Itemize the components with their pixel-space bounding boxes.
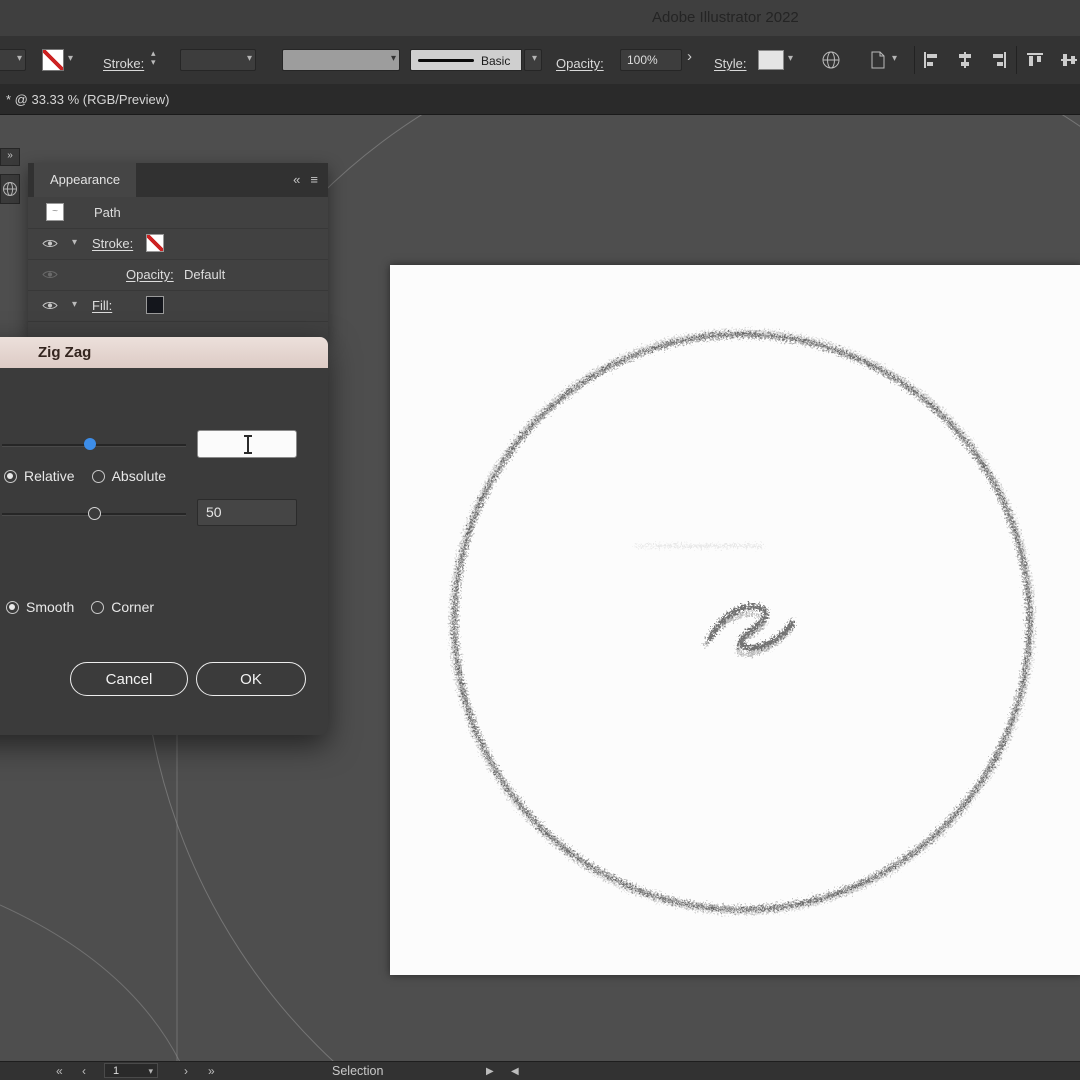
brush-dropdown-chevron[interactable]: ▾ <box>524 49 542 71</box>
expand-chevron-icon[interactable]: ▾ <box>72 299 77 310</box>
stroke-label[interactable]: Stroke: <box>103 56 144 71</box>
appearance-panel-header: Appearance « ≡ <box>28 163 328 197</box>
panel-thumbnail[interactable] <box>0 174 20 204</box>
absolute-radio[interactable] <box>92 470 105 483</box>
control-bar: ▾ ▾ Stroke: ▴▾ ▾ ▾ Basic ▾ Opacity: 100%… <box>0 36 1080 85</box>
chevron-down-icon: ▾ <box>148 1066 153 1076</box>
expand-dock-button[interactable]: » <box>0 148 20 166</box>
fill-color-dropdown[interactable]: ▾ <box>0 49 26 71</box>
expand-chevron-icon[interactable]: ▾ <box>72 237 77 248</box>
smoothness-radios: Smooth Corner <box>6 599 154 615</box>
sketch-circle-artwork <box>390 265 1080 975</box>
corner-radio[interactable] <box>91 601 104 614</box>
zigzag-dialog-titlebar[interactable]: Zig Zag <box>0 337 328 368</box>
visibility-eye-icon[interactable] <box>42 300 58 311</box>
titlebar: Adobe Illustrator 2022 <box>0 0 1080 37</box>
align-right-icon[interactable] <box>990 51 1008 69</box>
chevron-down-icon: ▾ <box>17 54 22 64</box>
document-tab[interactable]: * @ 33.33 % (RGB/Preview) <box>6 92 169 107</box>
style-swatch[interactable] <box>758 50 784 70</box>
artboard-number: 1 <box>113 1065 119 1077</box>
brush-stroke-preview <box>418 59 474 62</box>
fill-color-swatch[interactable] <box>146 296 164 314</box>
last-artboard-icon[interactable]: » <box>208 1064 215 1078</box>
appearance-row-fill[interactable]: ▾ Fill: <box>28 290 328 322</box>
first-artboard-icon[interactable]: « <box>56 1064 63 1078</box>
appearance-row-stroke[interactable]: ▾ Stroke: <box>28 228 328 260</box>
ok-button[interactable]: OK <box>196 662 306 696</box>
stepper-down-icon[interactable]: ▾ <box>151 58 156 67</box>
artboard-number-dropdown[interactable]: 1 ▾ <box>104 1063 158 1078</box>
stroke-row-label[interactable]: Stroke: <box>92 236 133 251</box>
path-thumbnail: ~ <box>46 203 64 221</box>
opacity-link[interactable]: Opacity: <box>126 267 174 282</box>
previous-artboard-icon[interactable]: ‹ <box>82 1064 86 1078</box>
artboard[interactable] <box>390 265 1080 975</box>
smooth-radio-label[interactable]: Smooth <box>26 599 74 615</box>
collapsed-panel-dock: » <box>0 148 20 204</box>
toolbar-separator <box>914 46 915 74</box>
tab-appearance[interactable]: Appearance <box>34 163 136 197</box>
width-profile-dropdown[interactable]: ▾ <box>282 49 400 71</box>
chevron-down-icon: ▾ <box>247 54 252 64</box>
illustrator-window: Adobe Illustrator 2022 ▾ ▾ Stroke: ▴▾ ▾ … <box>0 0 1080 1080</box>
document-tab-bar: * @ 33.33 % (RGB/Preview) <box>0 84 1080 115</box>
align-left-icon[interactable] <box>922 51 940 69</box>
zigzag-dialog: Zig Zag Relative Absolute 50 Smooth Corn… <box>0 337 328 735</box>
opacity-value: Default <box>184 267 225 282</box>
toolbar-separator <box>1016 46 1017 74</box>
align-top-icon[interactable] <box>1026 51 1044 69</box>
opacity-expand-chevron-icon[interactable]: › <box>687 52 692 62</box>
opacity-value-field[interactable]: 100% <box>620 49 682 71</box>
stroke-weight-stepper[interactable]: ▴▾ <box>151 49 156 67</box>
stroke-weight-dropdown[interactable]: ▾ <box>180 49 256 71</box>
ridges-slider-handle[interactable] <box>88 507 101 520</box>
relative-radio[interactable] <box>4 470 17 483</box>
align-vertical-center-icon[interactable] <box>1060 51 1078 69</box>
appearance-row-opacity[interactable]: Opacity: Default <box>28 259 328 291</box>
appearance-row-path[interactable]: ~ Path <box>28 197 328 229</box>
path-row-label: Path <box>94 205 121 220</box>
sphere-icon <box>2 181 18 197</box>
style-label[interactable]: Style: <box>714 56 747 71</box>
status-play-right-icon[interactable]: ▶ <box>486 1065 494 1079</box>
stroke-none-swatch[interactable] <box>146 234 164 252</box>
stroke-none-swatch[interactable] <box>42 49 64 71</box>
zigzag-dialog-title: Zig Zag <box>38 344 91 361</box>
window-title: Adobe Illustrator 2022 <box>652 9 799 26</box>
cancel-button[interactable]: Cancel <box>70 662 188 696</box>
visibility-eye-icon[interactable] <box>42 238 58 249</box>
artboard-options-icon[interactable] <box>868 50 888 70</box>
status-bar: « ‹ 1 ▾ › » Selection ▶ ◀ <box>0 1061 1080 1080</box>
document-setup-globe-icon[interactable] <box>820 49 842 71</box>
brush-definition-dropdown[interactable]: Basic <box>410 49 522 71</box>
relative-radio-label[interactable]: Relative <box>24 468 75 484</box>
absolute-radio-label[interactable]: Absolute <box>112 468 166 484</box>
fill-row-label[interactable]: Fill: <box>92 298 112 313</box>
visibility-eye-icon[interactable] <box>42 269 58 280</box>
collapse-panel-icon[interactable]: « <box>293 172 300 187</box>
chevron-down-icon: ▾ <box>391 54 396 64</box>
artboard-options-chevron-icon[interactable]: ▾ <box>892 54 897 64</box>
panel-menu-icon[interactable]: ≡ <box>310 172 318 187</box>
points-mode-radios: Relative Absolute <box>4 468 166 484</box>
chevron-down-icon: ▾ <box>532 54 537 64</box>
status-readout: Selection <box>332 1064 383 1078</box>
align-center-icon[interactable] <box>956 51 974 69</box>
text-cursor-icon <box>247 436 249 453</box>
smooth-radio[interactable] <box>6 601 19 614</box>
stroke-color-chevron-icon[interactable]: ▾ <box>68 54 73 64</box>
opacity-label[interactable]: Opacity: <box>556 56 604 71</box>
brush-name: Basic <box>481 54 510 68</box>
next-artboard-icon[interactable]: › <box>184 1064 188 1078</box>
status-play-left-icon[interactable]: ◀ <box>511 1065 519 1079</box>
style-chevron-icon[interactable]: ▾ <box>788 54 793 64</box>
size-slider-handle[interactable] <box>84 438 96 450</box>
appearance-panel: Appearance « ≡ ~ Path ▾ Stroke: Opacity <box>28 163 328 340</box>
ridges-input[interactable]: 50 <box>197 499 297 526</box>
corner-radio-label[interactable]: Corner <box>111 599 154 615</box>
